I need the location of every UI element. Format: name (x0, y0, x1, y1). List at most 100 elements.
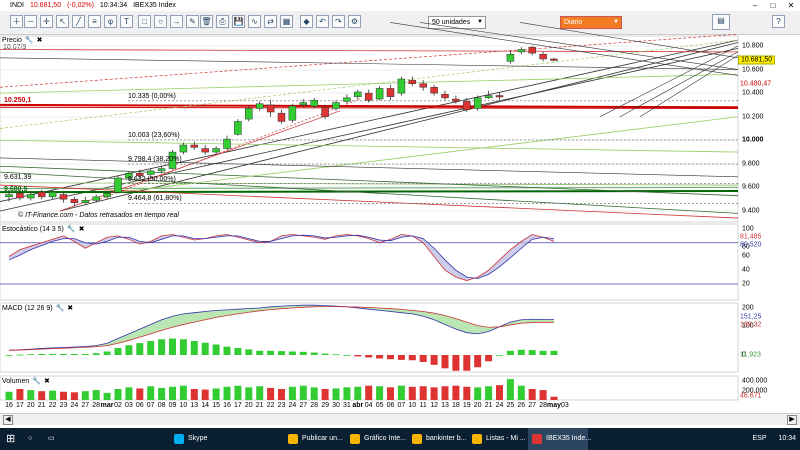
macd-histogram-bar (16, 354, 24, 356)
macd-histogram-bar (397, 355, 405, 360)
x-tick: 09 (168, 402, 177, 409)
taskbar-item-browser-3[interactable]: bankinter b... (408, 428, 468, 450)
candle-body (310, 99, 318, 107)
candle-body (484, 95, 493, 99)
macd-histogram-bar (332, 354, 340, 356)
scroll-left-icon[interactable]: ◀ (3, 415, 13, 425)
candle-body (103, 193, 111, 198)
x-tick: 07 (146, 402, 155, 409)
macd-histogram-bar (103, 351, 111, 355)
volume-bar (517, 385, 525, 400)
search-icon[interactable]: ○ (24, 428, 44, 450)
volume-bar (408, 386, 416, 400)
macd-histogram-bar (267, 350, 275, 355)
credit-note: Datos retrasados en tiempo real (79, 212, 179, 219)
task-view-icon[interactable]: ▭ (44, 428, 64, 450)
credit-label: © IT-Finance.com - Datos retrasados en t… (18, 212, 179, 219)
scroll-bar[interactable]: ◀ ▶ (0, 413, 800, 425)
y-tick: 400.000 (742, 377, 768, 385)
wrench-icon[interactable]: 🔧 (56, 304, 65, 313)
close-icon[interactable]: ✖ (44, 377, 50, 386)
x-tick: 11 (419, 402, 427, 409)
volume-bar (463, 386, 471, 400)
x-tick: 10 (408, 402, 417, 409)
trend-line (0, 139, 739, 153)
macd-histogram-bar (158, 339, 166, 355)
volume-bar (528, 389, 536, 400)
macd-histogram-bar (496, 355, 503, 356)
candle-body (419, 83, 427, 88)
candle-body (114, 177, 122, 193)
macd-histogram-bar (201, 342, 209, 355)
trend-line (0, 57, 739, 70)
macd-histogram-bar (343, 355, 351, 356)
macd-histogram-bar (387, 355, 394, 360)
trend-line (389, 22, 739, 76)
macd-histogram-bar (92, 353, 100, 355)
macd-fill (9, 305, 554, 351)
macd-histogram-bar (70, 353, 78, 355)
macd-histogram-bar (223, 346, 231, 355)
macd-histogram-bar (430, 355, 438, 365)
macd-histogram-bar (81, 353, 89, 355)
wrench-icon[interactable]: 🔧 (67, 225, 76, 234)
macd-histogram-bar (27, 354, 35, 356)
x-tick: 17 (15, 402, 24, 409)
taskbar-item-skype[interactable]: Skype (170, 428, 226, 450)
macd-histogram-bar (169, 338, 176, 355)
macd-histogram-bar (299, 351, 307, 355)
app-window: INDI 10.681,50 (-0,02%) 10:34:34 IBEX35 … (0, 0, 800, 450)
taskbar-label: Publicar un... (302, 435, 343, 442)
candle-body (386, 88, 395, 97)
close-icon[interactable]: ✖ (67, 304, 73, 313)
panel-frame (0, 302, 739, 373)
level-label: 10.250,1 (4, 97, 32, 104)
macd-histogram-bar (310, 352, 318, 355)
clock[interactable]: 10:34 (778, 435, 796, 442)
lang-indicator[interactable]: ESP (753, 435, 767, 442)
taskbar-item-ibex[interactable]: IBEX35 Inde... (528, 428, 591, 450)
candle-body (397, 78, 406, 94)
volume-bar (474, 387, 482, 400)
macd-histogram-bar (147, 341, 155, 355)
x-tick: 30 (332, 402, 340, 409)
volume-panel-header: Volumen 🔧 ✖ (2, 377, 50, 386)
x-tick: 05 (375, 402, 384, 409)
candle-body (506, 54, 515, 62)
volume-bar (267, 387, 275, 400)
trend-line (119, 116, 739, 193)
close-icon[interactable]: ✖ (79, 225, 85, 234)
volume-bar (16, 389, 24, 400)
candle-body (517, 49, 526, 53)
volume-bar (299, 385, 307, 400)
macd-histogram-bar (212, 344, 220, 355)
volume-bar (506, 379, 514, 400)
taskbar-item-browser-4[interactable]: Listas - Mi ... (468, 428, 528, 450)
taskbar-item-browser-2[interactable]: Gráfico Inte... (346, 428, 406, 450)
candle-body (332, 102, 340, 109)
candle-body (528, 46, 536, 54)
volume-panel-label: Volumen (2, 378, 30, 385)
volume-bar (103, 392, 111, 400)
fib-label: 9.464,8 (61,80%) (128, 195, 182, 202)
x-tick: 15 (212, 402, 220, 409)
candle-body (37, 191, 46, 198)
volume-bar (60, 391, 67, 400)
candle-body (245, 108, 253, 120)
candle-body (321, 107, 329, 117)
x-tick: 13 (190, 402, 199, 409)
x-tick: 21 (484, 402, 493, 409)
taskbar-item-browser-1[interactable]: Publicar un... (284, 428, 344, 450)
volume-bar (452, 385, 460, 400)
candle-body (299, 102, 308, 106)
trend-line (59, 110, 341, 212)
macd-histogram-bar (550, 350, 558, 355)
x-tick: 02 (114, 402, 122, 409)
x-tick: 17 (233, 402, 242, 409)
volume-bar (223, 386, 231, 400)
macd-histogram-bar (365, 355, 373, 358)
x-tick: 24 (288, 402, 297, 409)
wrench-icon[interactable]: 🔧 (32, 377, 41, 386)
windows-start-icon[interactable]: ⊞ (0, 428, 20, 450)
scroll-right-icon[interactable]: ▶ (787, 415, 797, 425)
